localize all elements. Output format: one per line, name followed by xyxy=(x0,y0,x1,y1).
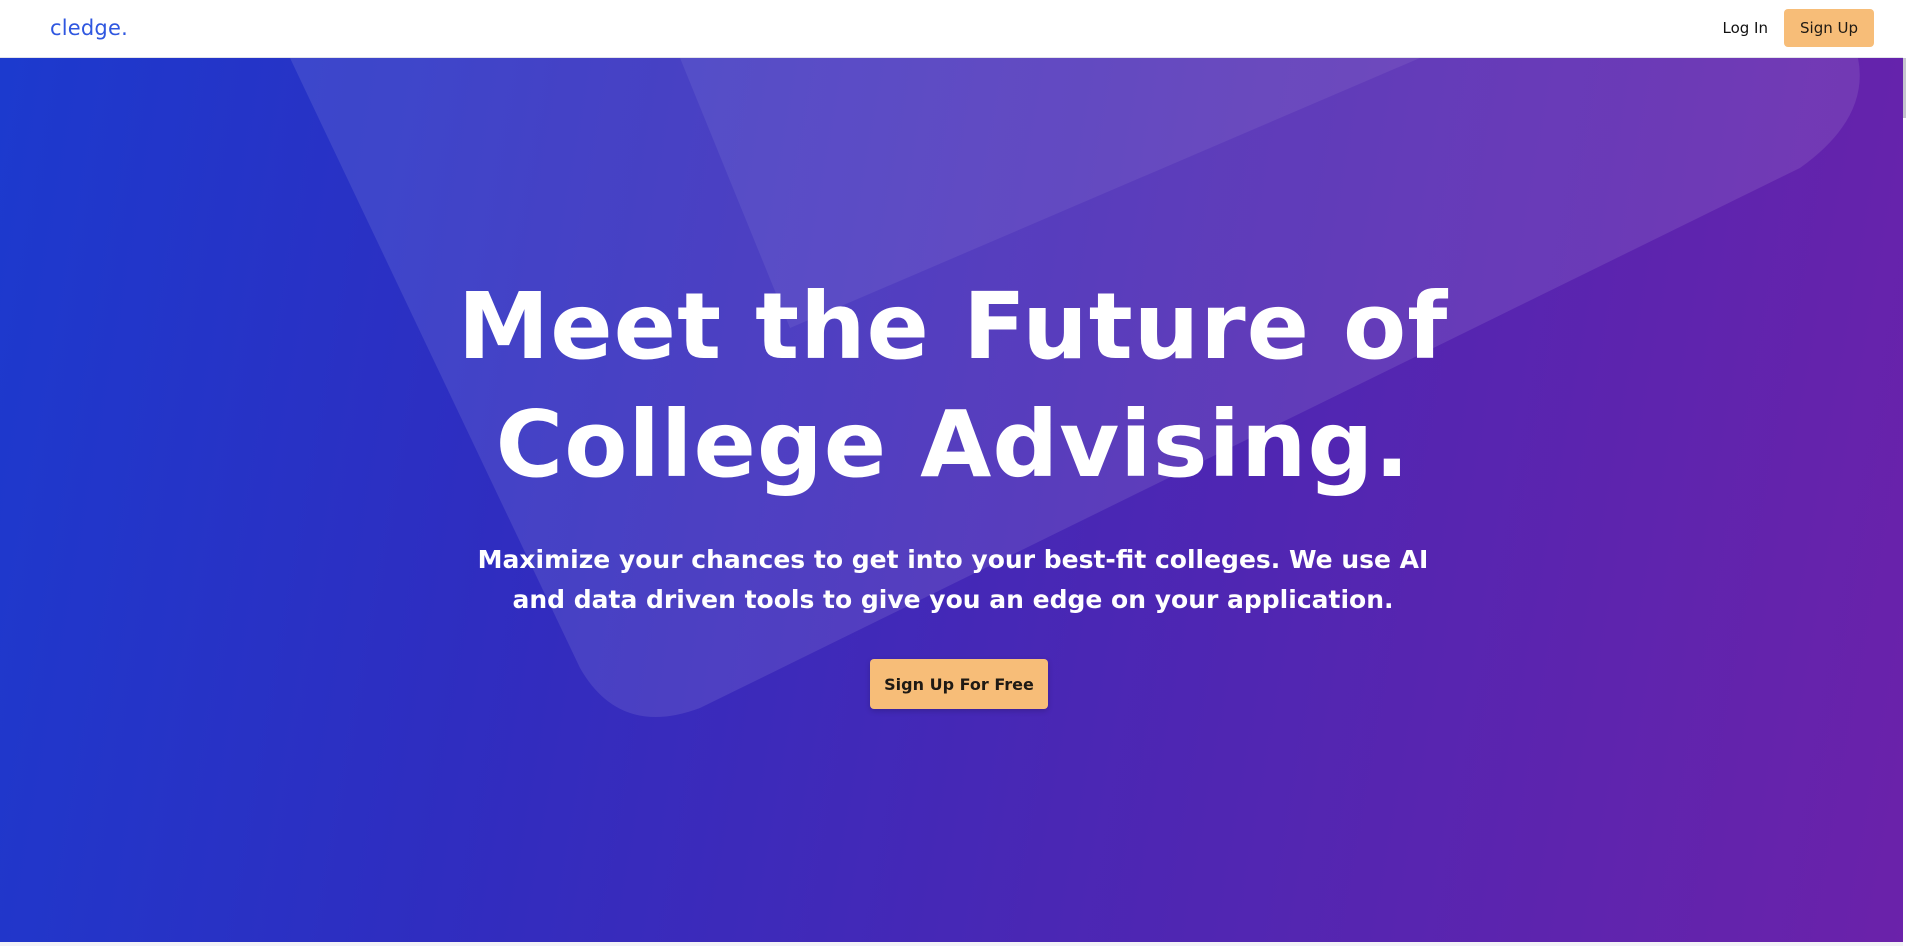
hero-subtitle-line-1: Maximize your chances to get into your b… xyxy=(477,545,1429,574)
signup-for-free-button[interactable]: Sign Up For Free xyxy=(870,659,1048,709)
hero-subtitle-line-2: and data driven tools to give you an edg… xyxy=(512,585,1394,614)
signup-button[interactable]: Sign Up xyxy=(1784,9,1874,47)
hero-title-line-1: Meet the Future of xyxy=(457,273,1449,380)
top-navbar: cledge. Log In Sign Up xyxy=(0,0,1906,58)
page-bottom-edge xyxy=(0,942,1906,946)
hero-title-line-2: College Advising. xyxy=(495,391,1411,498)
brand-logo[interactable]: cledge. xyxy=(50,14,128,42)
hero-subtitle: Maximize your chances to get into your b… xyxy=(0,540,1906,620)
login-link[interactable]: Log In xyxy=(1723,19,1769,37)
landing-page: cledge. Log In Sign Up Meet the Future o… xyxy=(0,0,1906,946)
nav-actions: Log In Sign Up xyxy=(1723,9,1874,47)
hero-section: Meet the Future of College Advising. Max… xyxy=(0,58,1906,942)
hero-title: Meet the Future of College Advising. xyxy=(0,268,1906,504)
